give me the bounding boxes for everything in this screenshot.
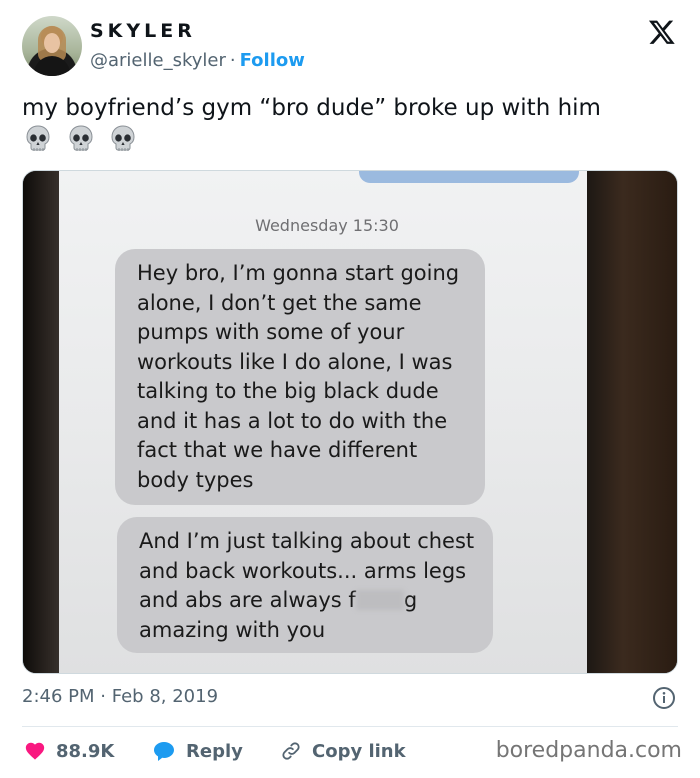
reply-button[interactable]: Reply [152, 738, 243, 764]
tweet-actions: 88.9K Reply Copy link boredpanda.com [22, 738, 682, 766]
avatar-face [44, 33, 60, 53]
message-timestamp: Wednesday 15:30 [59, 216, 595, 235]
phone-screen: Wednesday 15:30 Hey bro, I’m gonna start… [59, 171, 595, 673]
tweet-meta: 2:46 PM · Feb 8, 2019 [22, 686, 682, 712]
message-line: pumps with some of your [137, 320, 405, 344]
reply-label: Reply [186, 740, 243, 762]
tweet-text: my boyfriend’s gym “bro dude” broke up w… [22, 95, 601, 121]
skull-icon [24, 124, 52, 154]
censor-blur [355, 590, 404, 610]
message-line: and back workouts... arms legs [139, 558, 467, 583]
message-line-text: and abs are always f [139, 588, 356, 612]
copy-link-button[interactable]: Copy link [280, 738, 406, 764]
message-line: body types [137, 467, 254, 492]
author-name[interactable]: SKYLER [90, 20, 196, 42]
info-icon[interactable] [652, 686, 676, 710]
received-message-bubble: And I’m just talking about chest and bac… [117, 517, 493, 653]
author-handle[interactable]: @arielle_skyler [90, 50, 226, 71]
message-line: workouts like I do alone, I was [137, 349, 453, 374]
like-count: 88.9K [56, 740, 115, 762]
message-line: Hey bro, I’m gonna start going [137, 261, 460, 285]
tweet-time[interactable]: 2:46 PM [22, 686, 95, 707]
handle-separator: · [229, 50, 236, 71]
message-line: talking to the big black dude [137, 379, 439, 403]
message-line: and it has a lot to do with the [137, 408, 448, 433]
author-handle-row: @arielle_skyler · Follow [90, 50, 305, 71]
skull-emoji-row [24, 124, 140, 160]
x-logo-icon[interactable] [648, 18, 676, 46]
follow-button[interactable]: Follow [240, 50, 305, 71]
message-line: And I’m just talking about chest [139, 529, 475, 553]
message-line: amazing with you [139, 617, 326, 642]
message-timestamp-text: Wednesday 15:30 [255, 216, 399, 235]
background-wood [587, 171, 677, 673]
like-button[interactable]: 88.9K [24, 738, 114, 764]
received-message-bubble: Hey bro, I’m gonna start going alone, I … [115, 249, 485, 505]
skull-icon [109, 124, 137, 154]
divider [22, 726, 678, 727]
sent-bubble-edge [359, 171, 579, 183]
meta-separator: · [100, 686, 106, 707]
message-line: and abs are always f g [139, 586, 479, 616]
copy-link-label: Copy link [312, 740, 406, 762]
message-line-end: g [403, 588, 418, 612]
tweet-date[interactable]: Feb 8, 2019 [112, 686, 218, 707]
message-line: alone, I don’t get the same [137, 290, 422, 315]
link-icon [282, 742, 300, 760]
tweet-media-photo[interactable]: Wednesday 15:30 Hey bro, I’m gonna start… [22, 170, 678, 674]
message-line: fact that we have different [137, 438, 418, 462]
watermark: boredpanda.com [495, 738, 682, 763]
avatar[interactable] [22, 16, 82, 76]
tweet-header: SKYLER @arielle_skyler · Follow [22, 16, 682, 80]
phone-bezel-left [23, 171, 63, 673]
heart-icon [25, 742, 45, 760]
skull-icon [67, 124, 95, 154]
reply-bubble-icon [154, 742, 174, 761]
